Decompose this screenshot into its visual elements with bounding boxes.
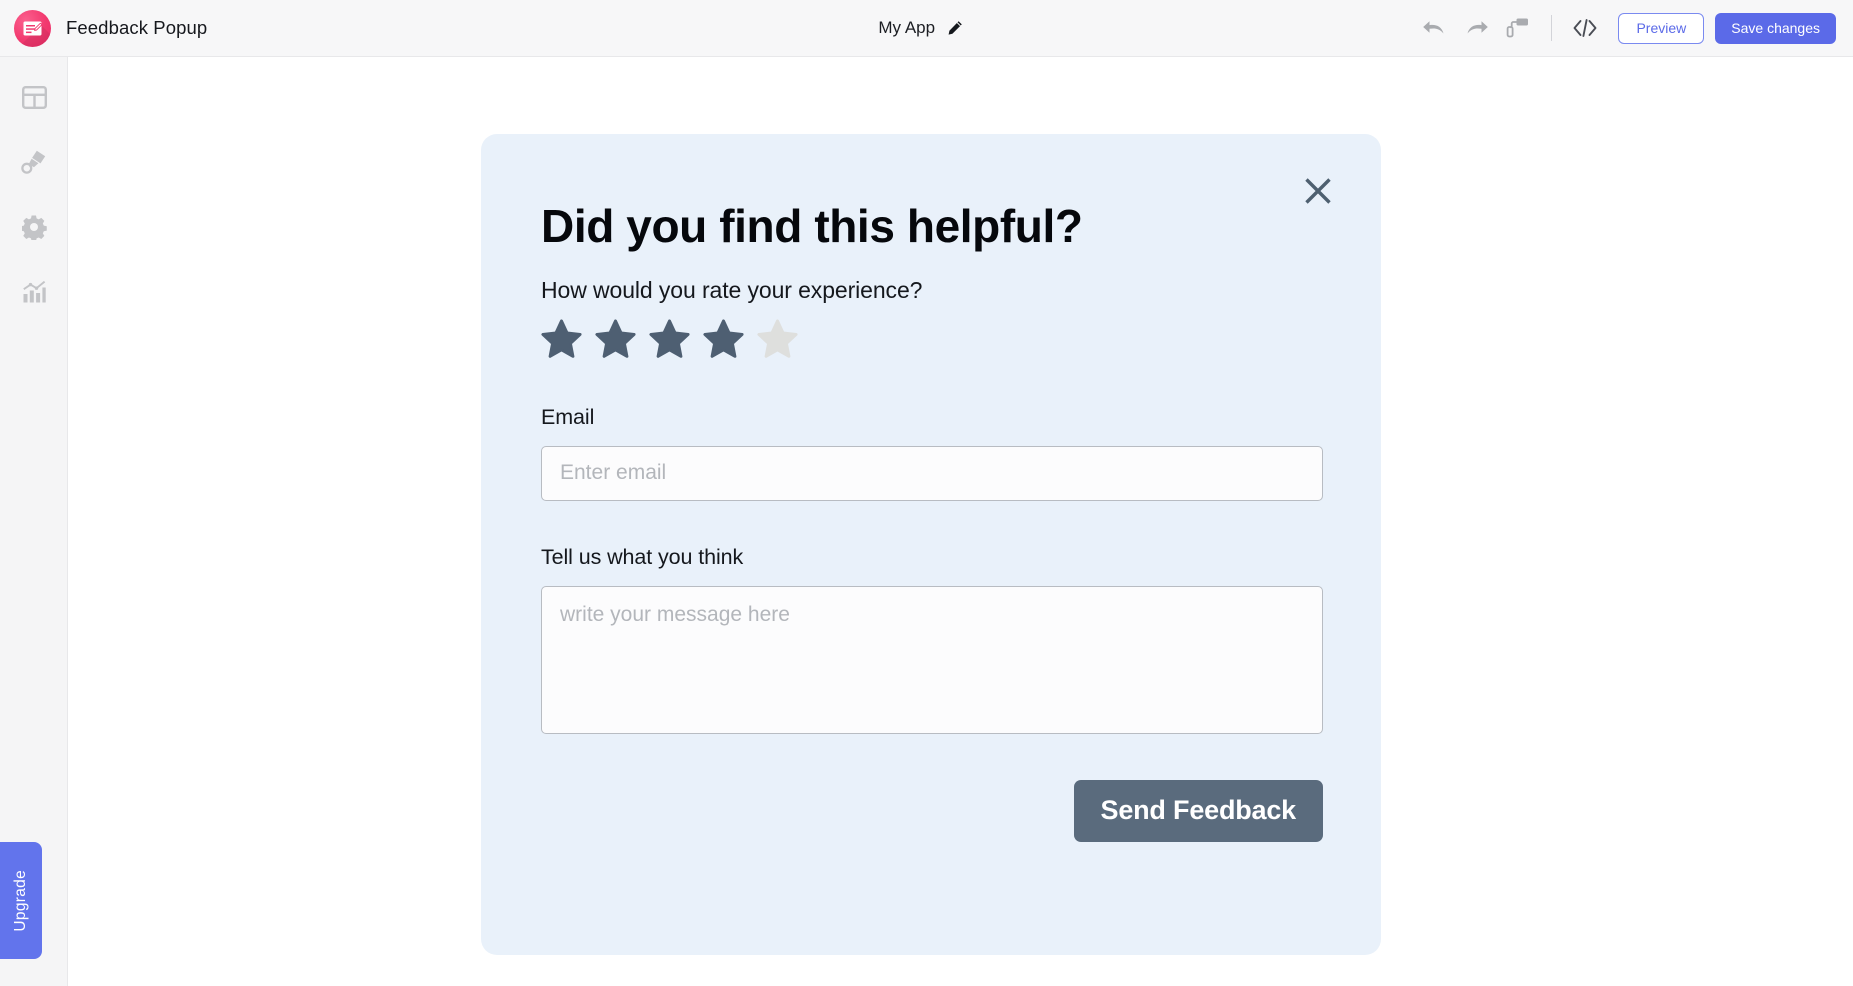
sidebar-item-layout[interactable] bbox=[0, 67, 68, 132]
star-icon-5[interactable] bbox=[755, 318, 800, 361]
message-field[interactable] bbox=[541, 585, 1323, 734]
page-title: Did you find this helpful? bbox=[541, 200, 1083, 252]
message-label: Tell us what you think bbox=[541, 544, 744, 569]
star-icon-3[interactable] bbox=[647, 318, 692, 361]
sidebar-item-design[interactable] bbox=[0, 132, 68, 197]
upgrade-label: Upgrade bbox=[12, 869, 29, 932]
close-x-icon[interactable] bbox=[1297, 170, 1339, 212]
star-icon-1[interactable] bbox=[539, 318, 584, 361]
redo-icon[interactable] bbox=[1455, 8, 1497, 48]
layout-grid-icon bbox=[21, 85, 47, 114]
pencil-icon[interactable] bbox=[945, 18, 965, 38]
analytics-chart-icon bbox=[22, 280, 47, 309]
brand-title: Feedback Popup bbox=[66, 17, 208, 38]
sidebar-item-analytics[interactable] bbox=[0, 262, 68, 327]
star-icon-4[interactable] bbox=[701, 318, 746, 361]
paint-roller-icon[interactable] bbox=[1497, 8, 1539, 48]
editor-canvas: Did you find this helpful? How would you… bbox=[68, 57, 1853, 986]
feedback-popup-card: Did you find this helpful? How would you… bbox=[481, 134, 1381, 955]
star-icon-2[interactable] bbox=[593, 318, 638, 361]
send-feedback-button[interactable]: Send Feedback bbox=[1073, 779, 1323, 842]
toolbar-actions: Preview Save changes bbox=[1413, 8, 1853, 48]
app-name-group: My App bbox=[430, 18, 1413, 38]
paint-brush-icon bbox=[21, 149, 47, 180]
preview-button[interactable]: Preview bbox=[1618, 12, 1705, 44]
gear-icon bbox=[20, 214, 47, 245]
app-root: Feedback Popup My App Preview Save chang… bbox=[0, 0, 1853, 986]
rating-prompt: How would you rate your experience? bbox=[541, 276, 923, 303]
save-changes-button[interactable]: Save changes bbox=[1715, 12, 1836, 44]
toolbar-divider bbox=[1551, 15, 1553, 41]
submit-row: Send Feedback bbox=[541, 779, 1323, 842]
app-name-label: My App bbox=[878, 18, 936, 37]
brand: Feedback Popup bbox=[0, 9, 430, 47]
sidebar-item-settings[interactable] bbox=[0, 197, 68, 262]
email-label: Email bbox=[541, 404, 595, 429]
top-bar: Feedback Popup My App Preview Save chang… bbox=[0, 0, 1853, 57]
star-rating[interactable] bbox=[539, 318, 1327, 361]
undo-icon[interactable] bbox=[1413, 8, 1455, 48]
upgrade-container: Upgrade bbox=[0, 842, 42, 959]
email-field[interactable] bbox=[541, 445, 1323, 501]
sidebar: Upgrade bbox=[0, 57, 68, 986]
code-brackets-icon[interactable] bbox=[1564, 8, 1606, 48]
upgrade-button[interactable]: Upgrade bbox=[0, 842, 42, 959]
feedback-form-icon bbox=[14, 9, 51, 47]
